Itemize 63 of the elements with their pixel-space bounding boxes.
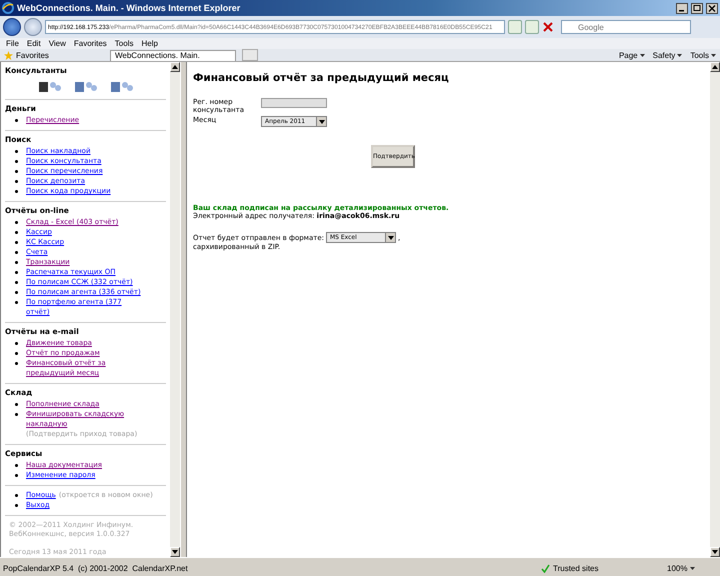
triangle-down-icon	[172, 550, 178, 554]
bullet-icon	[15, 261, 18, 264]
caret-icon	[677, 54, 682, 56]
stop-icon[interactable]	[542, 21, 554, 33]
triangle-down-icon	[388, 236, 394, 240]
triangle-down-icon	[712, 550, 718, 554]
bullet-icon	[15, 504, 18, 507]
star-icon	[4, 50, 13, 60]
back-button[interactable]	[3, 18, 21, 36]
bullet-icon	[15, 180, 18, 183]
command-menu[interactable]: Tools	[690, 50, 716, 60]
search-field[interactable]: Google	[561, 20, 691, 34]
bullet-icon	[15, 170, 18, 173]
menu-item[interactable]: Tools	[114, 39, 134, 48]
browser-tab[interactable]: WebConnections. Main.	[110, 50, 236, 60]
maximize-button[interactable]	[691, 2, 703, 14]
status-text: PopCalendarXP 5.4 (c) 2001-2002 CalendarXP.net	[3, 564, 189, 572]
bullet-icon	[15, 301, 18, 304]
menu-item[interactable]: Help	[141, 39, 158, 48]
bullet-icon	[15, 281, 18, 284]
bullet-icon	[15, 494, 18, 497]
bullet-icon	[15, 160, 18, 163]
window-title: WebConnections. Main. - Windows Internet Explorer	[17, 3, 242, 13]
triangle-up-icon	[712, 65, 718, 69]
bullet-icon	[15, 190, 18, 193]
command-menu[interactable]: Safety	[652, 50, 682, 60]
check-icon	[541, 564, 550, 572]
bullet-icon	[15, 474, 18, 477]
menu-item[interactable]: View	[48, 39, 66, 48]
menu-item[interactable]: Favorites	[74, 39, 107, 48]
bullet-icon	[15, 403, 18, 406]
bullet-icon	[15, 464, 18, 467]
bullet-icon	[15, 352, 18, 355]
triangle-up-icon	[172, 65, 178, 69]
caret-icon	[690, 566, 696, 570]
bullet-icon	[15, 342, 18, 345]
bullet-icon	[15, 119, 18, 122]
bullet-icon	[15, 362, 18, 365]
security-zone[interactable]: Trusted sites	[541, 564, 661, 572]
people-icon[interactable]	[38, 80, 62, 94]
scrollbar[interactable]	[710, 62, 720, 557]
bullet-icon	[15, 271, 18, 274]
zoom-control[interactable]: 100%	[667, 564, 717, 572]
bullet-icon	[15, 251, 18, 254]
close-button[interactable]	[706, 2, 718, 14]
favorites-button[interactable]: Favorites	[4, 50, 104, 60]
consultant-number-field[interactable]	[261, 98, 327, 108]
menu-item[interactable]: File	[6, 39, 19, 48]
bullet-icon	[15, 231, 18, 234]
browser-logo-icon	[2, 2, 14, 14]
page-heading: Финансовый отчёт за предыдущий месяц	[193, 72, 450, 84]
menu-item[interactable]: Edit	[26, 39, 41, 48]
bullet-icon	[15, 291, 18, 294]
command-menu[interactable]: Page	[618, 50, 645, 60]
triangle-down-icon	[318, 120, 324, 124]
scrollbar[interactable]	[170, 62, 180, 557]
bullet-icon	[15, 150, 18, 153]
bullet-icon	[15, 241, 18, 244]
caret-icon	[640, 54, 645, 56]
caret-icon	[711, 54, 716, 56]
bullet-icon	[15, 413, 18, 416]
bullet-icon	[15, 221, 18, 224]
minimize-button[interactable]	[676, 2, 688, 14]
